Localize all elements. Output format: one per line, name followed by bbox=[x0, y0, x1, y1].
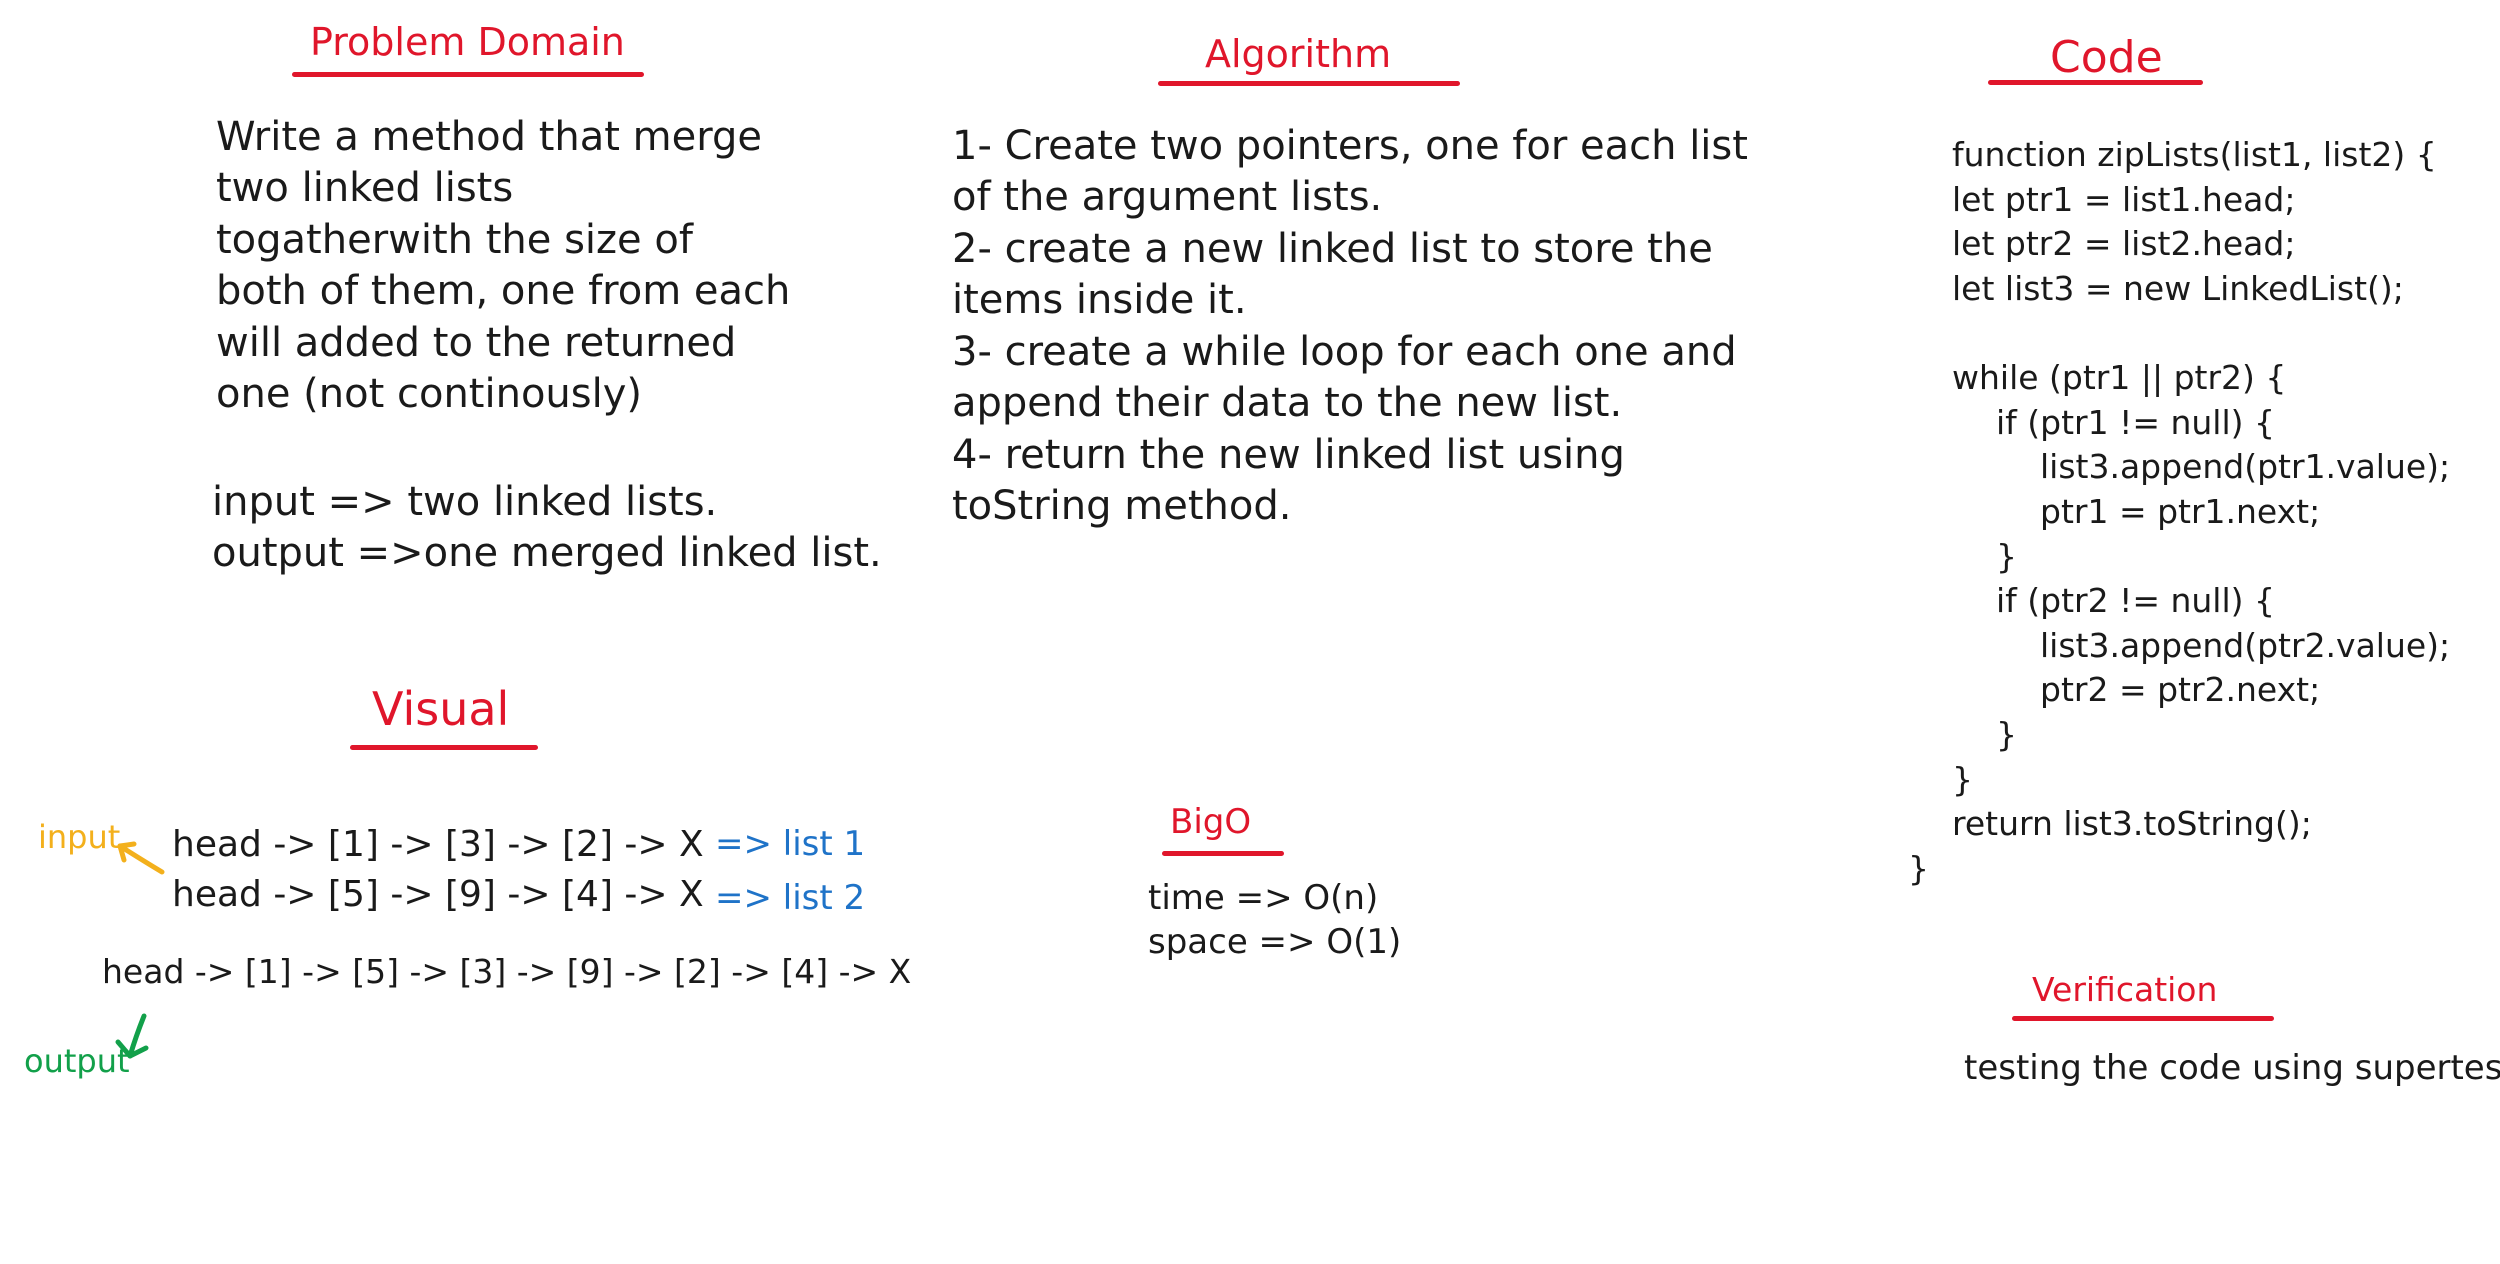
algorithm-step-line: items inside it. bbox=[952, 277, 1247, 323]
code-line: return list3.toString(); bbox=[1952, 804, 2312, 843]
algorithm-step-line: 3- create a while loop for each one and bbox=[952, 329, 1737, 375]
time-complexity: time => O(n) bbox=[1148, 878, 1379, 918]
problem-domain-line: both of them, one from each bbox=[216, 268, 791, 314]
code-line: let list3 = new LinkedList(); bbox=[1952, 269, 2404, 308]
space-complexity: space => O(1) bbox=[1148, 922, 1402, 962]
visual-underline bbox=[350, 745, 538, 750]
verification-text: testing the code using supertest bbox=[1964, 1048, 2500, 1088]
visual-heading: Visual bbox=[372, 682, 510, 736]
code-line: } bbox=[1996, 715, 2017, 754]
code-line: } bbox=[1908, 849, 1929, 888]
problem-domain-line: Write a method that merge bbox=[216, 114, 762, 160]
list2-label: => list 2 bbox=[715, 878, 866, 918]
input-description: input => two linked lists. bbox=[212, 479, 718, 525]
algorithm-heading: Algorithm bbox=[1205, 32, 1392, 76]
list1-label: => list 1 bbox=[715, 824, 866, 864]
output-label: output bbox=[24, 1042, 130, 1080]
list1-diagram: head -> [1] -> [3] -> [2] -> X bbox=[172, 824, 704, 865]
algorithm-step-line: toString method. bbox=[952, 483, 1292, 529]
problem-domain-underline bbox=[292, 72, 644, 77]
code-line: list3.append(ptr2.value); bbox=[2040, 626, 2451, 665]
problem-domain-line: will added to the returned bbox=[216, 320, 737, 366]
verification-heading: Verification bbox=[2032, 970, 2218, 1009]
code-line: let ptr1 = list1.head; bbox=[1952, 180, 2296, 219]
code-line: list3.append(ptr1.value); bbox=[2040, 447, 2451, 486]
code-line: while (ptr1 || ptr2) { bbox=[1952, 358, 2287, 397]
input-arrow-icon bbox=[117, 841, 165, 875]
algorithm-step-line: 2- create a new linked list to store the bbox=[952, 226, 1713, 272]
output-description: output =>one merged linked list. bbox=[212, 530, 882, 576]
bigo-heading: BigO bbox=[1170, 802, 1252, 842]
code-line: let ptr2 = list2.head; bbox=[1952, 224, 2296, 263]
problem-domain-line: togatherwith the size of bbox=[216, 217, 693, 263]
bigo-underline bbox=[1162, 851, 1284, 856]
code-heading: Code bbox=[2050, 32, 2163, 83]
code-line: } bbox=[1996, 537, 2017, 576]
code-line: ptr1 = ptr1.next; bbox=[2040, 492, 2321, 531]
algorithm-underline bbox=[1158, 81, 1460, 86]
merged-list-diagram: head -> [1] -> [5] -> [3] -> [9] -> [2] … bbox=[102, 952, 912, 991]
code-line: if (ptr1 != null) { bbox=[1996, 403, 2275, 442]
code-underline bbox=[1988, 80, 2203, 85]
algorithm-step-line: of the argument lists. bbox=[952, 174, 1383, 220]
input-label: input bbox=[38, 818, 121, 856]
verification-underline bbox=[2012, 1016, 2274, 1021]
code-line: if (ptr2 != null) { bbox=[1996, 581, 2275, 620]
problem-domain-heading: Problem Domain bbox=[310, 20, 625, 64]
algorithm-step-line: 1- Create two pointers, one for each lis… bbox=[952, 123, 1748, 169]
algorithm-step-line: 4- return the new linked list using bbox=[952, 432, 1625, 478]
list2-diagram: head -> [5] -> [9] -> [4] -> X bbox=[172, 874, 704, 915]
code-line: } bbox=[1952, 760, 1973, 799]
problem-domain-line: two linked lists bbox=[216, 165, 514, 211]
algorithm-step-line: append their data to the new list. bbox=[952, 380, 1623, 426]
code-line: function zipLists(list1, list2) { bbox=[1952, 135, 2437, 174]
problem-domain-line: one (not continously) bbox=[216, 371, 642, 417]
code-line: ptr2 = ptr2.next; bbox=[2040, 670, 2321, 709]
